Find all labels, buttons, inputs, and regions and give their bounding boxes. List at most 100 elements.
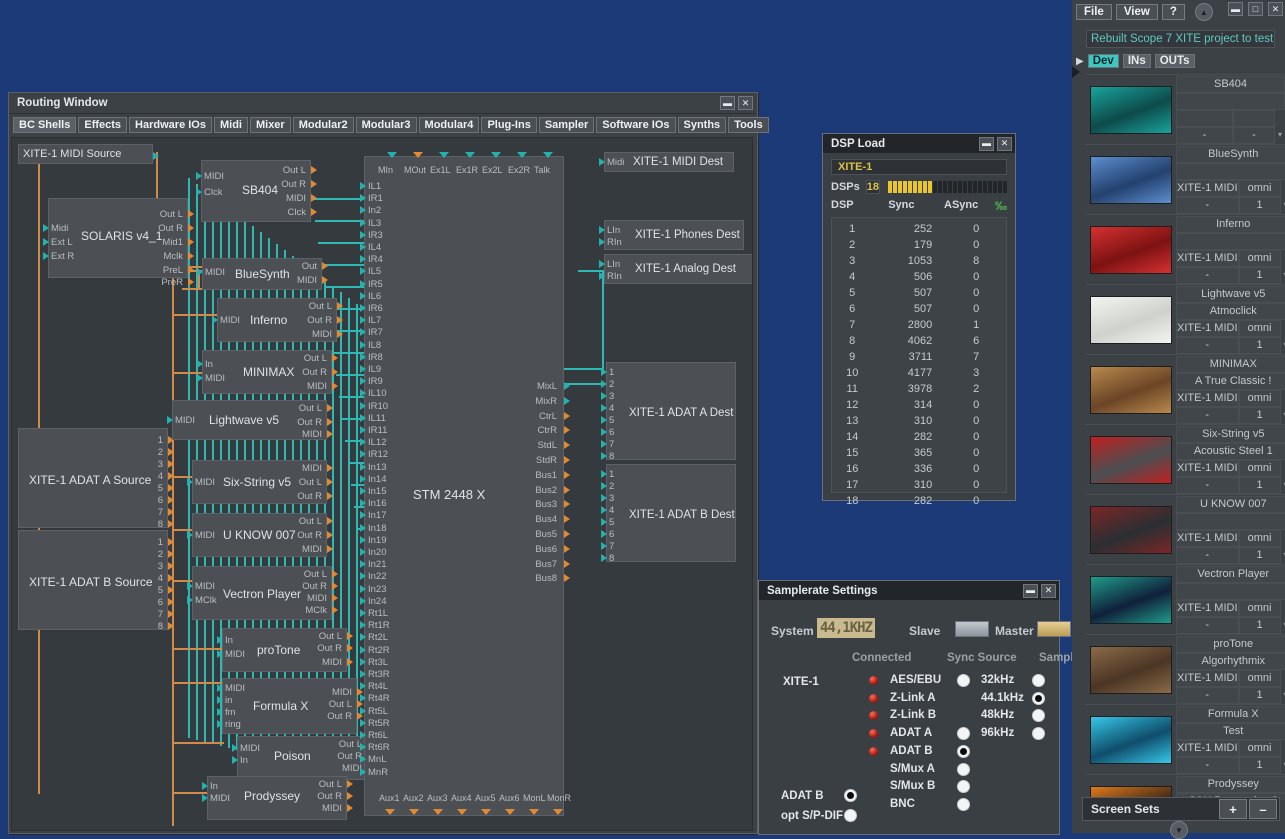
mixer-top-pin-arrow[interactable]	[387, 152, 397, 158]
mixer-top-pin-arrow[interactable]	[517, 152, 527, 158]
output-pin-arrow[interactable]	[168, 496, 174, 504]
output-pin-arrow[interactable]	[347, 780, 353, 788]
maximize-icon[interactable]: □	[1248, 2, 1263, 16]
device-midi-channel[interactable]: omni	[1239, 740, 1281, 757]
routing-block-xite-1-adat-b-dest[interactable]: XITE-1 ADAT B Dest12345678	[606, 464, 736, 562]
device-list-item[interactable]: BlueSynthXITE-1 MIDIomni-1▾	[1086, 145, 1285, 215]
device-preset[interactable]	[1176, 583, 1285, 600]
mixer-input-pin-arrow[interactable]	[360, 597, 366, 605]
routing-block-six-string-v5[interactable]: Six-String v5MIDIMIDIOut LOut R	[192, 460, 327, 504]
output-pin-arrow[interactable]	[168, 472, 174, 480]
device-thumbnail[interactable]	[1090, 716, 1172, 764]
down-triangle-icon[interactable]: ▼	[1170, 821, 1188, 839]
mixer-output-pin-arrow[interactable]	[564, 486, 570, 494]
mixer-input-pin-arrow[interactable]	[360, 719, 366, 727]
device-sub-port[interactable]: -	[1176, 127, 1233, 144]
device-midi-channel[interactable]: omni	[1239, 600, 1281, 617]
device-name[interactable]: SB404	[1176, 76, 1285, 93]
device-midi-port[interactable]: XITE-1 MIDI	[1176, 460, 1239, 477]
device-list-item[interactable]: MINIMAXA True Classic !XITE-1 MIDIomni-1…	[1086, 355, 1285, 425]
input-pin-arrow[interactable]	[599, 272, 605, 280]
input-pin-arrow[interactable]	[601, 368, 607, 376]
device-list-item[interactable]: Formula XTestXITE-1 MIDIomni-1▾	[1086, 705, 1285, 775]
mixer-input-pin-arrow[interactable]	[360, 621, 366, 629]
input-pin-arrow[interactable]	[601, 440, 607, 448]
device-preset[interactable]: Algorhythmix	[1176, 653, 1285, 670]
close-icon[interactable]: ✕	[997, 137, 1012, 151]
mixer-input-pin-arrow[interactable]	[360, 206, 366, 214]
output-pin-arrow[interactable]	[168, 574, 174, 582]
output-radio[interactable]	[844, 789, 857, 802]
routing-window-titlebar[interactable]: Routing Window ▬ ✕	[9, 93, 757, 114]
input-pin-arrow[interactable]	[217, 650, 223, 658]
device-midi-channel[interactable]: omni	[1239, 670, 1281, 687]
input-pin-arrow[interactable]	[601, 380, 607, 388]
input-pin-arrow[interactable]	[601, 554, 607, 562]
screen-sets-bar[interactable]: Screen Sets + –	[1082, 797, 1280, 821]
output-pin-arrow[interactable]	[327, 464, 333, 472]
input-pin-arrow[interactable]	[601, 482, 607, 490]
sync-source-radio[interactable]	[957, 727, 970, 740]
output-pin-arrow[interactable]	[327, 531, 333, 539]
output-pin-arrow[interactable]	[337, 316, 343, 324]
input-pin-arrow[interactable]	[212, 316, 218, 324]
chevron-down-icon[interactable]: ▾	[1281, 267, 1285, 284]
device-list[interactable]: SB404--▾BlueSynthXITE-1 MIDIomni-1▾Infer…	[1086, 74, 1285, 800]
device-midi-port[interactable]: XITE-1 MIDI	[1176, 250, 1239, 267]
routing-tab-modular2[interactable]: Modular2	[293, 117, 354, 133]
close-icon[interactable]: ✕	[1268, 2, 1283, 16]
mixer-input-pin-arrow[interactable]	[360, 328, 366, 336]
device-sub-channel[interactable]: 1	[1239, 757, 1281, 774]
input-pin-arrow[interactable]	[601, 452, 607, 460]
mixer-input-pin-arrow[interactable]	[360, 414, 366, 422]
routing-tab-tools[interactable]: Tools	[728, 117, 769, 133]
mixer-input-pin-arrow[interactable]	[360, 389, 366, 397]
device-list-item[interactable]: InfernoXITE-1 MIDIomni-1▾	[1086, 215, 1285, 285]
device-thumbnail[interactable]	[1090, 226, 1172, 274]
device-sub-channel[interactable]: 1	[1239, 407, 1281, 424]
mixer-output-pin-arrow[interactable]	[564, 560, 570, 568]
output-pin-arrow[interactable]	[332, 594, 338, 602]
routing-block-minimax[interactable]: MINIMAXInMIDIOut LOut RMIDI	[202, 350, 332, 394]
output-pin-arrow[interactable]	[168, 610, 174, 618]
device-name[interactable]: BlueSynth	[1176, 146, 1285, 163]
device-midi-channel[interactable]: omni	[1239, 390, 1281, 407]
device-preset[interactable]	[1176, 163, 1285, 180]
chevron-down-icon[interactable]: ▾	[1275, 127, 1285, 144]
device-midi-channel[interactable]: omni	[1239, 250, 1281, 267]
device-sub-port[interactable]: -	[1176, 547, 1239, 564]
output-pin-arrow[interactable]	[347, 658, 353, 666]
chevron-down-icon[interactable]: ▾	[1281, 337, 1285, 354]
input-pin-arrow[interactable]	[196, 188, 202, 196]
routing-canvas[interactable]: XITE-1 MIDI SourceSOLARIS v4_1MidiExt LE…	[11, 137, 753, 831]
mixer-top-pin-arrow[interactable]	[413, 152, 423, 158]
close-icon[interactable]: ✕	[1041, 584, 1056, 598]
routing-tab-software-ios[interactable]: Software IOs	[596, 117, 675, 133]
device-sub-channel[interactable]: 1	[1239, 547, 1281, 564]
input-pin-arrow[interactable]	[202, 782, 208, 790]
input-pin-arrow[interactable]	[202, 794, 208, 802]
mixer-input-pin-arrow[interactable]	[360, 572, 366, 580]
mixer-output-pin-arrow[interactable]	[564, 412, 570, 420]
chevron-down-icon[interactable]	[1281, 670, 1285, 687]
device-midi-channel[interactable]	[1233, 110, 1275, 127]
chevron-down-icon[interactable]	[1281, 180, 1285, 197]
routing-block-protone[interactable]: proToneInMIDIOut LOut RMIDI	[222, 628, 347, 672]
output-pin-arrow[interactable]	[168, 562, 174, 570]
device-name[interactable]: MINIMAX	[1176, 356, 1285, 373]
input-pin-arrow[interactable]	[217, 720, 223, 728]
output-pin-arrow[interactable]	[337, 330, 343, 338]
input-pin-arrow[interactable]	[601, 428, 607, 436]
mixer-input-pin-arrow[interactable]	[360, 292, 366, 300]
device-list-item[interactable]: Six-String v5Acoustic Steel 1XITE-1 MIDI…	[1086, 425, 1285, 495]
output-pin-arrow[interactable]	[188, 210, 194, 218]
device-sub-port[interactable]: -	[1176, 337, 1239, 354]
input-pin-arrow[interactable]	[187, 582, 193, 590]
input-pin-arrow[interactable]	[217, 696, 223, 704]
mixer-output-pin-arrow[interactable]	[564, 382, 570, 390]
mixer-output-pin-arrow[interactable]	[564, 574, 570, 582]
mixer-input-pin-arrow[interactable]	[360, 243, 366, 251]
input-pin-arrow[interactable]	[601, 506, 607, 514]
mixer-input-pin-arrow[interactable]	[360, 658, 366, 666]
routing-block-vectron-player[interactable]: Vectron PlayerMIDIMClkOut LOut RMIDIMClk	[192, 566, 332, 620]
